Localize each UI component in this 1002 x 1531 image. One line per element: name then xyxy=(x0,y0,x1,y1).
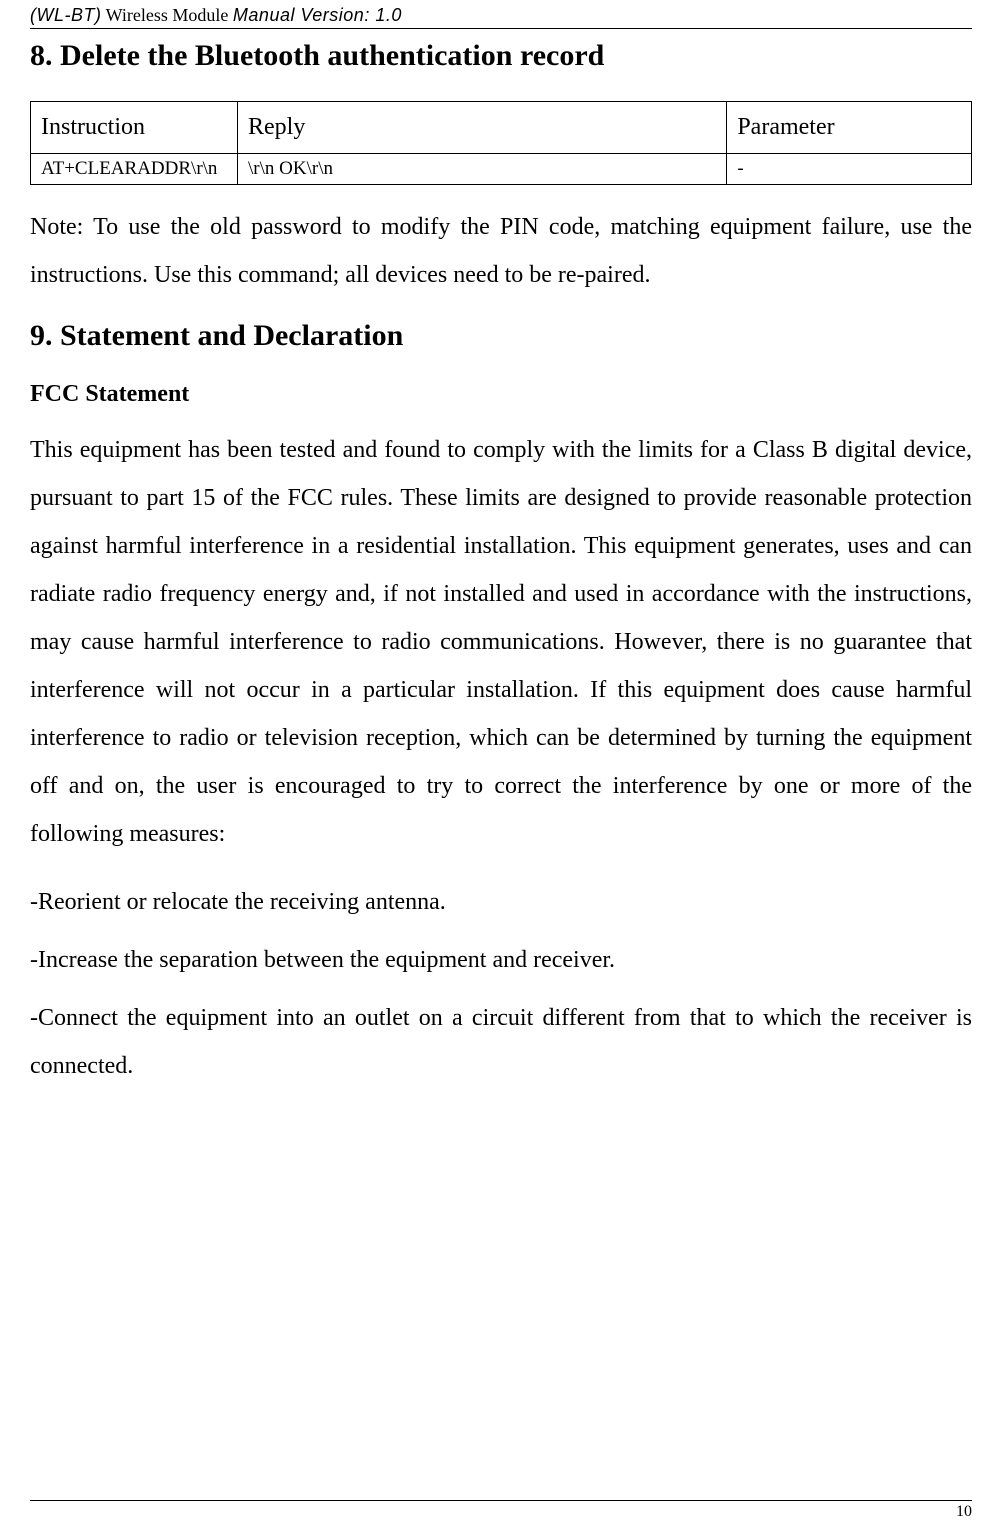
cell-parameter: - xyxy=(727,154,972,185)
fcc-statement-heading: FCC Statement xyxy=(30,381,972,408)
header-reply: Reply xyxy=(238,102,727,154)
measure-1: -Reorient or relocate the receiving ante… xyxy=(30,878,972,926)
cell-reply: \r\n OK\r\n xyxy=(238,154,727,185)
page-footer: 10 xyxy=(30,1500,972,1521)
cell-instruction: AT+CLEARADDR\r\n xyxy=(31,154,238,185)
module-text: Wireless Module xyxy=(101,5,232,25)
manual-version: Manual Version: 1.0 xyxy=(233,5,402,25)
section-8-title: 8. Delete the Bluetooth authentication r… xyxy=(30,39,972,73)
section-9-title: 9. Statement and Declaration xyxy=(30,319,972,353)
document-header: (WL-BT) Wireless Module Manual Version: … xyxy=(30,0,972,29)
module-code: (WL-BT) xyxy=(30,5,101,25)
fcc-statement-body: This equipment has been tested and found… xyxy=(30,426,972,858)
measure-2: -Increase the separation between the equ… xyxy=(30,936,972,984)
page-number: 10 xyxy=(956,1503,972,1520)
measure-3: -Connect the equipment into an outlet on… xyxy=(30,994,972,1090)
table-data-row: AT+CLEARADDR\r\n \r\n OK\r\n - xyxy=(31,154,972,185)
table-header-row: Instruction Reply Parameter xyxy=(31,102,972,154)
command-table: Instruction Reply Parameter AT+CLEARADDR… xyxy=(30,101,972,185)
section-8-note: Note: To use the old password to modify … xyxy=(30,203,972,299)
header-instruction: Instruction xyxy=(31,102,238,154)
header-parameter: Parameter xyxy=(727,102,972,154)
